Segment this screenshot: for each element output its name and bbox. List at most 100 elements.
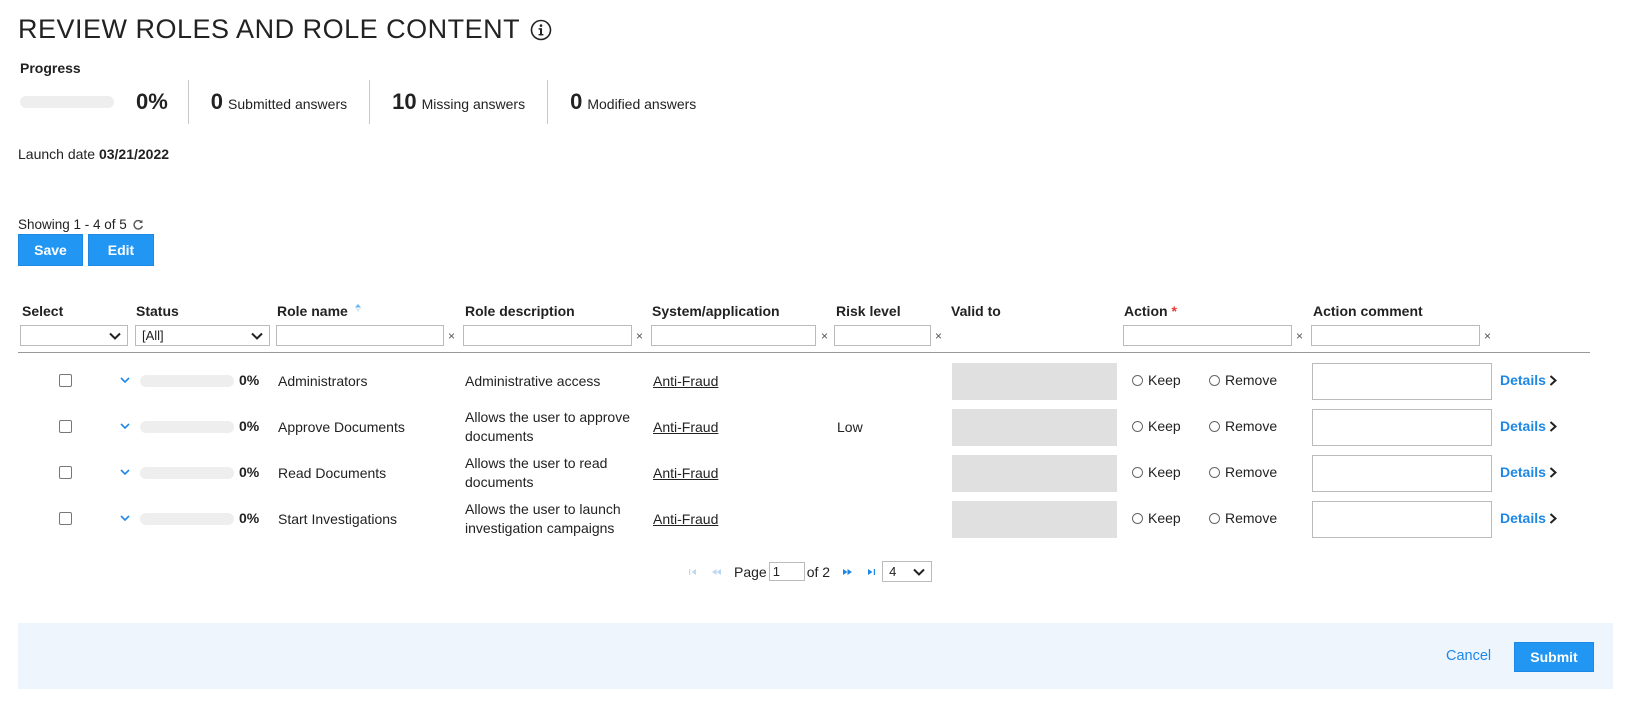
next-page-icon[interactable] (842, 568, 853, 576)
radio-circle[interactable] (1132, 420, 1143, 432)
remove-radio[interactable]: Remove (1209, 464, 1277, 480)
remove-label: Remove (1225, 418, 1278, 434)
missing-count: 10 (392, 89, 417, 114)
cancel-button[interactable]: Cancel (1446, 648, 1491, 664)
system-link[interactable]: Anti-Fraud (653, 464, 718, 483)
row-progress-percent: 0% (239, 464, 260, 480)
info-icon[interactable] (530, 19, 552, 41)
keep-radio[interactable]: Keep (1132, 510, 1181, 526)
role-description-filter-input[interactable] (463, 325, 632, 346)
row-select-checkbox[interactable] (59, 512, 72, 525)
row-progress-percent: 0% (239, 510, 260, 526)
system-link[interactable]: Anti-Fraud (653, 418, 718, 437)
clear-action-comment-filter[interactable]: × (1484, 329, 1491, 343)
page-size-value: 4 (889, 564, 897, 579)
system-link[interactable]: Anti-Fraud (653, 372, 718, 391)
previous-page-icon[interactable] (711, 568, 722, 576)
column-header-action: Action * (1124, 303, 1177, 319)
clear-role-description-filter[interactable]: × (636, 329, 643, 343)
details-link[interactable]: Details (1500, 464, 1557, 480)
status-filter-dropdown[interactable]: [All] (135, 325, 270, 346)
action-comment-input[interactable] (1312, 501, 1492, 538)
valid-to-field (952, 409, 1117, 446)
remove-radio[interactable]: Remove (1209, 510, 1277, 526)
valid-to-field (952, 363, 1117, 400)
details-link[interactable]: Details (1500, 510, 1557, 526)
refresh-icon[interactable] (132, 219, 144, 231)
chevron-right-icon (1549, 512, 1557, 524)
role-description-line: documents (465, 428, 534, 444)
clear-system-filter[interactable]: × (821, 329, 828, 343)
valid-to-field (952, 501, 1117, 538)
action-filter-input[interactable] (1123, 325, 1292, 346)
clear-risk-level-filter[interactable]: × (935, 329, 942, 343)
row-progress-bar (140, 421, 234, 433)
last-page-icon[interactable] (865, 568, 876, 576)
remove-radio[interactable]: Remove (1209, 418, 1277, 434)
keep-label: Keep (1148, 510, 1181, 526)
radio-circle[interactable] (1209, 374, 1220, 386)
modified-answers-stat: 0 Modified answers (548, 89, 718, 115)
select-filter-dropdown[interactable] (20, 325, 128, 346)
action-comment-input[interactable] (1312, 409, 1492, 446)
progress-summary: 0% 0 Submitted answers 10 Missing answer… (20, 79, 718, 125)
missing-answers-stat: 10 Missing answers (370, 89, 547, 115)
radio-circle[interactable] (1132, 374, 1143, 386)
column-header-select: Select (22, 303, 64, 319)
column-header-status: Status (136, 303, 179, 319)
risk-level-filter-input[interactable] (834, 325, 931, 346)
radio-circle[interactable] (1132, 512, 1143, 524)
showing-text: Showing 1 - 4 of 5 (18, 217, 127, 232)
system-filter-input[interactable] (651, 325, 816, 346)
row-select-checkbox[interactable] (59, 374, 72, 387)
expand-chevron-icon[interactable] (120, 515, 130, 521)
remove-label: Remove (1225, 372, 1278, 388)
details-label: Details (1500, 464, 1546, 480)
column-header-role-name[interactable]: Role name (277, 303, 362, 319)
chevron-right-icon (1549, 374, 1557, 386)
submitted-answers-stat: 0 Submitted answers (189, 89, 369, 115)
page-count-label: of 2 (806, 563, 831, 580)
row-select-checkbox[interactable] (59, 466, 72, 479)
current-page-value: 1 (772, 564, 780, 579)
row-progress-percent: 0% (239, 418, 260, 434)
action-comment-input[interactable] (1312, 363, 1492, 400)
row-progress-bar (140, 467, 234, 479)
action-header-label: Action (1124, 303, 1168, 319)
action-comment-input[interactable] (1312, 455, 1492, 492)
edit-button[interactable]: Edit (88, 234, 154, 266)
expand-chevron-icon[interactable] (120, 377, 130, 383)
role-name: Administrators (278, 373, 368, 389)
pagination: Page 1 of 2 4 (688, 561, 933, 582)
details-link[interactable]: Details (1500, 372, 1557, 388)
current-page-input[interactable]: 1 (768, 562, 805, 581)
row-select-checkbox[interactable] (59, 420, 72, 433)
clear-action-filter[interactable]: × (1296, 329, 1303, 343)
action-comment-filter-input[interactable] (1311, 325, 1480, 346)
keep-radio[interactable]: Keep (1132, 464, 1181, 480)
expand-chevron-icon[interactable] (120, 423, 130, 429)
clear-role-name-filter[interactable]: × (448, 329, 455, 343)
status-filter-value: [All] (142, 328, 164, 343)
remove-radio[interactable]: Remove (1209, 372, 1277, 388)
role-description-line: Administrative access (465, 373, 601, 389)
save-button[interactable]: Save (18, 234, 83, 266)
system-link[interactable]: Anti-Fraud (653, 510, 718, 529)
chevron-down-icon (251, 332, 263, 340)
sort-ascending-icon[interactable] (354, 303, 362, 313)
expand-chevron-icon[interactable] (120, 469, 130, 475)
submit-button[interactable]: Submit (1514, 642, 1594, 672)
page-size-dropdown[interactable]: 4 (882, 561, 933, 582)
keep-radio[interactable]: Keep (1132, 372, 1181, 388)
role-description: Administrative access (465, 372, 600, 391)
role-description-line: Allows the user to launch (465, 501, 621, 517)
details-link[interactable]: Details (1500, 418, 1557, 434)
radio-circle[interactable] (1132, 466, 1143, 478)
radio-circle[interactable] (1209, 512, 1220, 524)
role-name-filter-input[interactable] (276, 325, 444, 346)
first-page-icon[interactable] (688, 568, 699, 576)
radio-circle[interactable] (1209, 466, 1220, 478)
role-description-line: investigation campaigns (465, 520, 615, 536)
radio-circle[interactable] (1209, 420, 1220, 432)
keep-radio[interactable]: Keep (1132, 418, 1181, 434)
